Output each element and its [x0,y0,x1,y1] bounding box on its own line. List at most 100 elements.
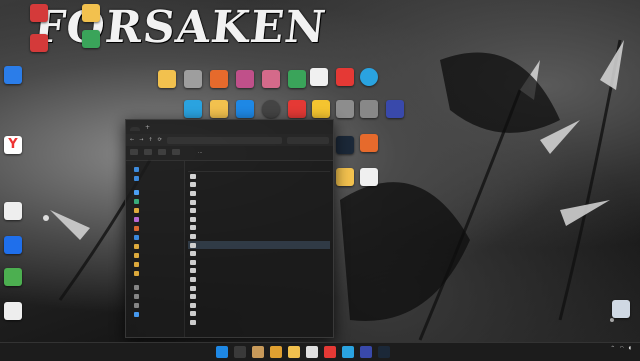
desktop-icon-telegram[interactable] [356,68,382,86]
app-icon [4,236,22,254]
start-button[interactable] [216,346,228,358]
app-icon [236,70,254,88]
desktop-icon-4[interactable] [0,236,26,254]
desktop-icon-23[interactable] [382,100,408,118]
desktop-icon-steam[interactable] [332,136,358,154]
steam-taskbar-icon[interactable] [378,346,390,358]
sidebar-item[interactable] [126,174,184,183]
taskbar-app[interactable] [252,346,264,358]
desktop-icon-8[interactable] [154,70,180,88]
search-input[interactable] [287,136,329,144]
file-row[interactable] [188,181,330,190]
file-row[interactable] [188,240,330,250]
app-icon [312,100,330,118]
sidebar-item[interactable] [126,260,184,269]
cut-icon[interactable] [144,149,152,157]
copy-icon[interactable] [158,149,166,157]
desktop-icon-12[interactable] [258,70,284,88]
sidebar-item[interactable] [126,269,184,278]
more-icon[interactable]: ⋯ [198,151,203,156]
desktop-icon-yandex[interactable]: Y [0,136,26,154]
desktop-icon-24[interactable] [356,134,382,152]
desktop-icon-14[interactable] [332,68,358,86]
sidebar-item[interactable] [126,215,184,224]
sidebar-item[interactable] [126,188,184,197]
desktop-icon-7[interactable] [78,30,104,48]
explorer-tab[interactable] [130,126,140,131]
file-row[interactable] [188,275,330,284]
desktop-icon-9[interactable] [180,70,206,88]
up-icon[interactable]: ↑ [148,137,152,143]
sidebar-item[interactable] [126,283,184,292]
new-tab-button[interactable]: + [145,124,150,131]
file-row[interactable] [188,258,330,267]
file-row[interactable] [188,232,330,241]
taskbar-app[interactable] [360,346,372,358]
back-icon[interactable]: ← [130,137,134,143]
taskbar-app[interactable] [270,346,282,358]
file-row[interactable] [188,292,330,301]
sidebar-item[interactable] [126,165,184,174]
desktop-icon-22[interactable] [356,100,382,118]
desktop-icon-25[interactable] [332,168,358,186]
desktop-icon-recycle-bin[interactable] [608,300,634,318]
desktop-icon-5[interactable] [0,268,26,286]
desktop-icon-21[interactable] [332,100,358,118]
desktop-icon-1[interactable] [26,4,52,22]
sidebar-item[interactable] [126,242,184,251]
file-row[interactable] [188,172,330,181]
desktop-icon-10[interactable] [206,70,232,88]
app-icon [262,100,280,118]
file-row[interactable] [188,310,330,319]
file-row[interactable] [188,224,330,233]
sidebar-item[interactable] [126,251,184,260]
desktop-icon-20[interactable] [308,100,334,118]
file-row[interactable] [188,206,330,215]
desktop-icon-file-2[interactable] [0,302,26,320]
desktop-icon-file[interactable] [0,202,26,220]
sidebar-item[interactable] [126,206,184,215]
file-row[interactable] [188,215,330,224]
file-icon [190,242,196,248]
desktop-icon-15[interactable] [180,100,206,118]
file-explorer-taskbar-icon[interactable] [288,346,300,358]
explorer-titlebar[interactable]: + [126,120,333,134]
sidebar-item[interactable] [126,301,184,310]
desktop-icon-3[interactable] [0,66,26,84]
desktop-icon-17[interactable] [232,100,258,118]
search-button[interactable] [234,346,246,358]
forward-icon[interactable]: → [139,137,143,143]
new-button[interactable] [130,149,138,157]
file-row[interactable] [188,198,330,207]
desktop-icon-18[interactable] [258,100,284,118]
chevron-up-icon[interactable]: ^ [611,346,615,351]
sidebar-item[interactable] [126,310,184,319]
sidebar-item[interactable] [126,197,184,206]
file-row[interactable] [188,189,330,198]
telegram-taskbar-icon[interactable] [342,346,354,358]
taskbar-app[interactable] [306,346,318,358]
sidebar-item[interactable] [126,292,184,301]
paste-icon[interactable] [172,149,180,157]
file-row[interactable] [188,318,330,327]
wifi-icon[interactable]: ◠ [620,346,624,351]
address-bar[interactable] [166,136,282,144]
wallpaper-title: FORSAKEN [31,2,329,53]
desktop-icon-16[interactable] [206,100,232,118]
file-row[interactable] [188,284,330,293]
desktop-icon-11[interactable] [232,70,258,88]
sidebar-item[interactable] [126,224,184,233]
desktop-icon-roblox[interactable] [306,68,332,86]
file-row[interactable] [188,267,330,276]
file-row[interactable] [188,301,330,310]
file-row[interactable] [188,249,330,258]
desktop-icon-19[interactable] [284,100,310,118]
refresh-icon[interactable]: ⟳ [158,137,162,143]
taskbar-app[interactable] [324,346,336,358]
sidebar-item[interactable] [126,233,184,242]
explorer-toolbar: ⋯ [126,146,333,161]
volume-icon[interactable]: ◖ [629,346,631,351]
desktop-icon-6[interactable] [78,4,104,22]
desktop-icon-2[interactable] [26,34,52,52]
desktop-icon-26[interactable] [356,168,382,186]
